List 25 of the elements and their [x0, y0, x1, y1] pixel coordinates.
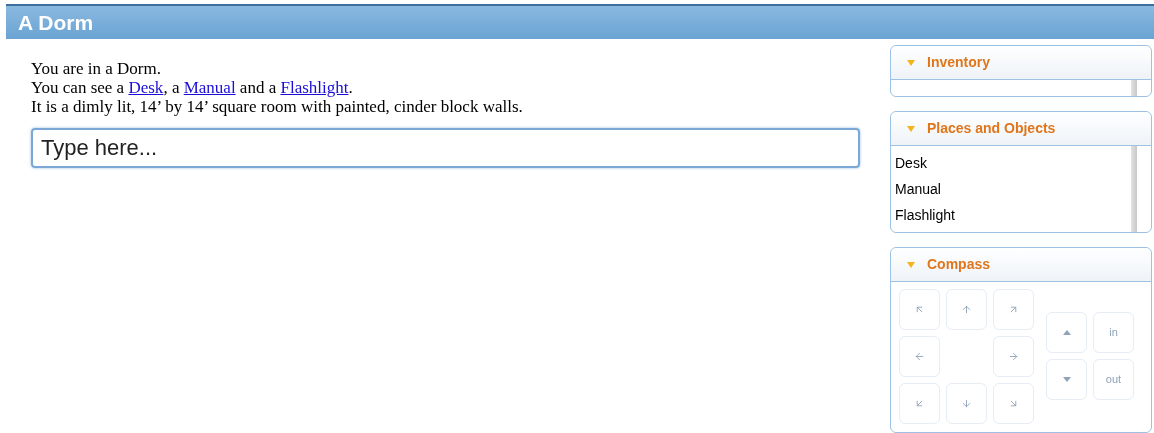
arrow-up-left-icon: [914, 304, 925, 315]
description-line: It is a dimly lit, 14’ by 14’ square room with painted, cinder block walls.: [31, 97, 524, 116]
triangle-up-icon: [1062, 330, 1071, 335]
object-link[interactable]: Flashlight: [280, 78, 349, 97]
arrow-down-right-icon: [1008, 398, 1019, 409]
scrollbar[interactable]: [1131, 80, 1137, 96]
list-item[interactable]: Manual: [891, 176, 1131, 202]
list-item[interactable]: Desk: [891, 150, 1131, 176]
window-title: A Dorm: [18, 9, 94, 36]
scrollbar[interactable]: [1131, 146, 1137, 232]
list-item[interactable]: Flashlight: [891, 202, 1131, 228]
caret-icon[interactable]: [907, 125, 915, 132]
arrow-down-icon: [961, 398, 972, 409]
description-line: You can see a Desk, a Manual and a Flashlight.: [31, 78, 354, 97]
arrow-down-left-icon: [914, 398, 925, 409]
arrow-right-icon: [1008, 351, 1019, 362]
caret-icon[interactable]: [907, 59, 915, 66]
arrow-left-icon: [914, 351, 925, 362]
description-line: You are in a Dorm.: [31, 59, 162, 78]
triangle-down-icon: [1062, 377, 1071, 382]
command-input[interactable]: Type here...: [31, 128, 860, 168]
arrow-up-right-icon: [1008, 304, 1019, 315]
object-link[interactable]: Manual: [183, 78, 236, 97]
arrow-up-icon: [961, 304, 972, 315]
object-link[interactable]: Desk: [128, 78, 164, 97]
